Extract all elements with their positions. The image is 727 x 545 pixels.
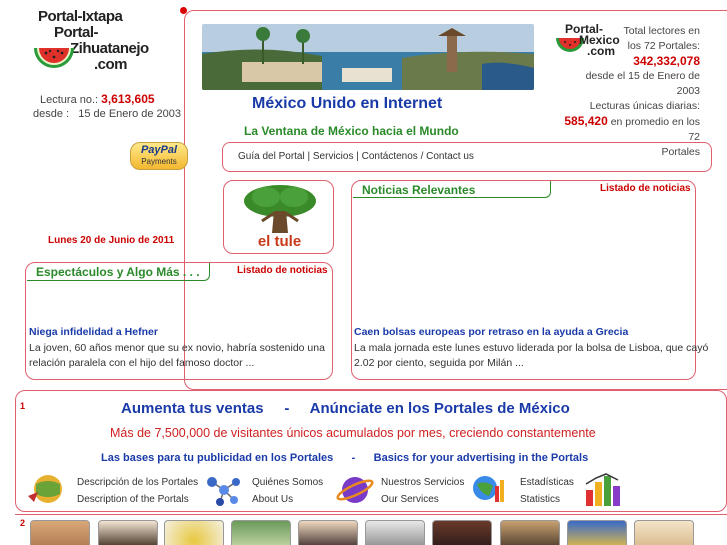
- tree-icon: [244, 185, 316, 233]
- el-tule-label: el tule: [257, 233, 302, 250]
- nav-guia[interactable]: Guía del Portal: [238, 151, 305, 162]
- counter-since-value: 15 de Enero de 2003: [78, 108, 182, 120]
- visit-counter: Lectura no.: 3,613,605: [40, 92, 155, 106]
- link-estadisticas-es[interactable]: Estadísticas: [520, 474, 574, 491]
- noticias-listado-link[interactable]: Listado de noticias: [600, 183, 691, 194]
- counter-value: 3,613,605: [101, 92, 155, 106]
- el-tule-box[interactable]: el tule: [223, 180, 334, 254]
- link-quienes-en[interactable]: About Us: [252, 491, 323, 508]
- bases-dash: -: [351, 452, 356, 464]
- link-estadisticas-en[interactable]: Statistics: [520, 491, 574, 508]
- thumbnail-9[interactable]: [567, 520, 627, 545]
- espectaculos-listado-link[interactable]: Listado de noticias: [237, 265, 328, 276]
- ad-headline-dash: -: [284, 400, 290, 417]
- link-servicios[interactable]: Nuestros Servicios Our Services: [381, 474, 464, 508]
- planet-icon: [336, 477, 374, 503]
- espectaculos-text-1: La joven, 60 años menor que su ex novio,…: [29, 342, 325, 354]
- logo-line-2: Portal-: [54, 24, 99, 41]
- espectaculos-title: Espectáculos y Algo Más . . .: [36, 265, 200, 279]
- noticias-title: Noticias Relevantes: [362, 183, 476, 197]
- ad-headline[interactable]: Aumenta tus ventas - Anúnciate en los Po…: [121, 400, 570, 417]
- espectaculos-headline[interactable]: Niega infidelidad a Hefner: [29, 326, 158, 338]
- counter-label: Lectura no.:: [40, 94, 99, 106]
- link-servicios-es[interactable]: Nuestros Servicios: [381, 474, 464, 491]
- espectaculos-text-2: relación paralela con el hijo del famoso…: [29, 357, 255, 369]
- logo-line-1: Portal-Ixtapa: [38, 8, 123, 25]
- thumbnail-10[interactable]: [634, 520, 694, 545]
- counter-since-label: desde :: [33, 108, 70, 120]
- nav-contacto[interactable]: Contáctenos / Contact us: [362, 151, 474, 162]
- stats-line-1: Total lectores en: [623, 25, 700, 37]
- stats-since: desde el 15 de Enero de 2003: [585, 70, 700, 97]
- watermelon-icon: [34, 48, 74, 68]
- thumbnail-5[interactable]: [298, 520, 358, 545]
- paypal-button[interactable]: PayPal Payments: [130, 142, 188, 170]
- stats-unique-suffix: en promedio en los 72: [610, 116, 700, 143]
- link-servicios-en[interactable]: Our Services: [381, 491, 464, 508]
- stats-total: 342,332,078: [633, 54, 700, 68]
- nav-separator: |: [307, 151, 311, 162]
- ad-headline-left: Aumenta tus ventas: [121, 400, 264, 417]
- nav-servicios[interactable]: Servicios: [313, 151, 354, 162]
- thumbnail-2[interactable]: [98, 520, 158, 545]
- noticias-headline[interactable]: Caen bolsas europeas por retraso en la a…: [354, 326, 628, 338]
- thumbnail-4[interactable]: [231, 520, 291, 545]
- thumbnail-7[interactable]: [432, 520, 492, 545]
- ad-headline-right: Anúnciate en los Portales de México: [309, 400, 570, 417]
- globe-map-icon: [28, 475, 62, 503]
- page-title: México Unido en Internet: [252, 95, 443, 112]
- logo-line-4: .com: [94, 56, 128, 73]
- stats-line-2: los 72 Portales:: [627, 40, 700, 52]
- paypal-sublabel: Payments: [141, 157, 177, 166]
- stats-unique-label: Lecturas únicas diarias:: [589, 100, 700, 112]
- logo-line-3: Zihuatanejo: [70, 40, 149, 57]
- thumbnail-8[interactable]: [500, 520, 560, 545]
- banner-image: [202, 24, 534, 90]
- noticias-text-2: 2.02 por ciento, seguida por Milán ...: [354, 357, 524, 369]
- bottom-divider: [15, 514, 727, 515]
- ad-bases[interactable]: Las bases para tu publicidad en los Port…: [101, 452, 588, 464]
- thumbnail-6[interactable]: [365, 520, 425, 545]
- stats-unique-row: 585,420 en promedio en los 72: [560, 114, 700, 145]
- link-descripcion-es[interactable]: Descripción de los Portales: [77, 474, 198, 491]
- thumbnail-3[interactable]: [164, 520, 224, 545]
- noticias-text-1: La mala jornada este lunes estuvo lidera…: [354, 342, 709, 354]
- bases-en[interactable]: Basics for your advertising in the Porta…: [374, 452, 589, 464]
- nav-separator: |: [356, 151, 359, 162]
- page-subtitle: La Ventana de México hacia el Mundo: [244, 124, 459, 138]
- nav-bar: Guía del Portal | Servicios | Contácteno…: [238, 151, 474, 162]
- link-descripcion[interactable]: Descripción de los Portales Description …: [77, 474, 198, 508]
- link-descripcion-en[interactable]: Description of the Portals: [77, 491, 198, 508]
- globe-chart-icon: [473, 476, 504, 502]
- stats-unique-value: 585,420: [564, 114, 608, 128]
- counter-since: desde : 15 de Enero de 2003: [33, 108, 181, 120]
- link-quienes-es[interactable]: Quiénes Somos: [252, 474, 323, 491]
- bottom-number: 2: [20, 518, 26, 528]
- ad-number: 1: [20, 401, 26, 411]
- bases-es[interactable]: Las bases para tu publicidad en los Port…: [101, 452, 333, 464]
- link-estadisticas[interactable]: Estadísticas Statistics: [520, 474, 574, 508]
- ad-visitors: Más de 7,500,000 de visitantes únicos ac…: [110, 426, 596, 440]
- molecule-icon: [207, 477, 240, 506]
- current-date: Lunes 20 de Junio de 2011: [48, 235, 175, 246]
- link-quienes[interactable]: Quiénes Somos About Us: [252, 474, 323, 508]
- paypal-label: PayPal: [140, 144, 178, 156]
- bar-chart-icon: [585, 473, 620, 506]
- stats-panel: Total lectores en los 72 Portales: 342,3…: [560, 24, 700, 160]
- site-logo[interactable]: Portal-Ixtapa Portal- Zihuatanejo .com: [32, 8, 182, 90]
- thumbnail-1[interactable]: [30, 520, 90, 545]
